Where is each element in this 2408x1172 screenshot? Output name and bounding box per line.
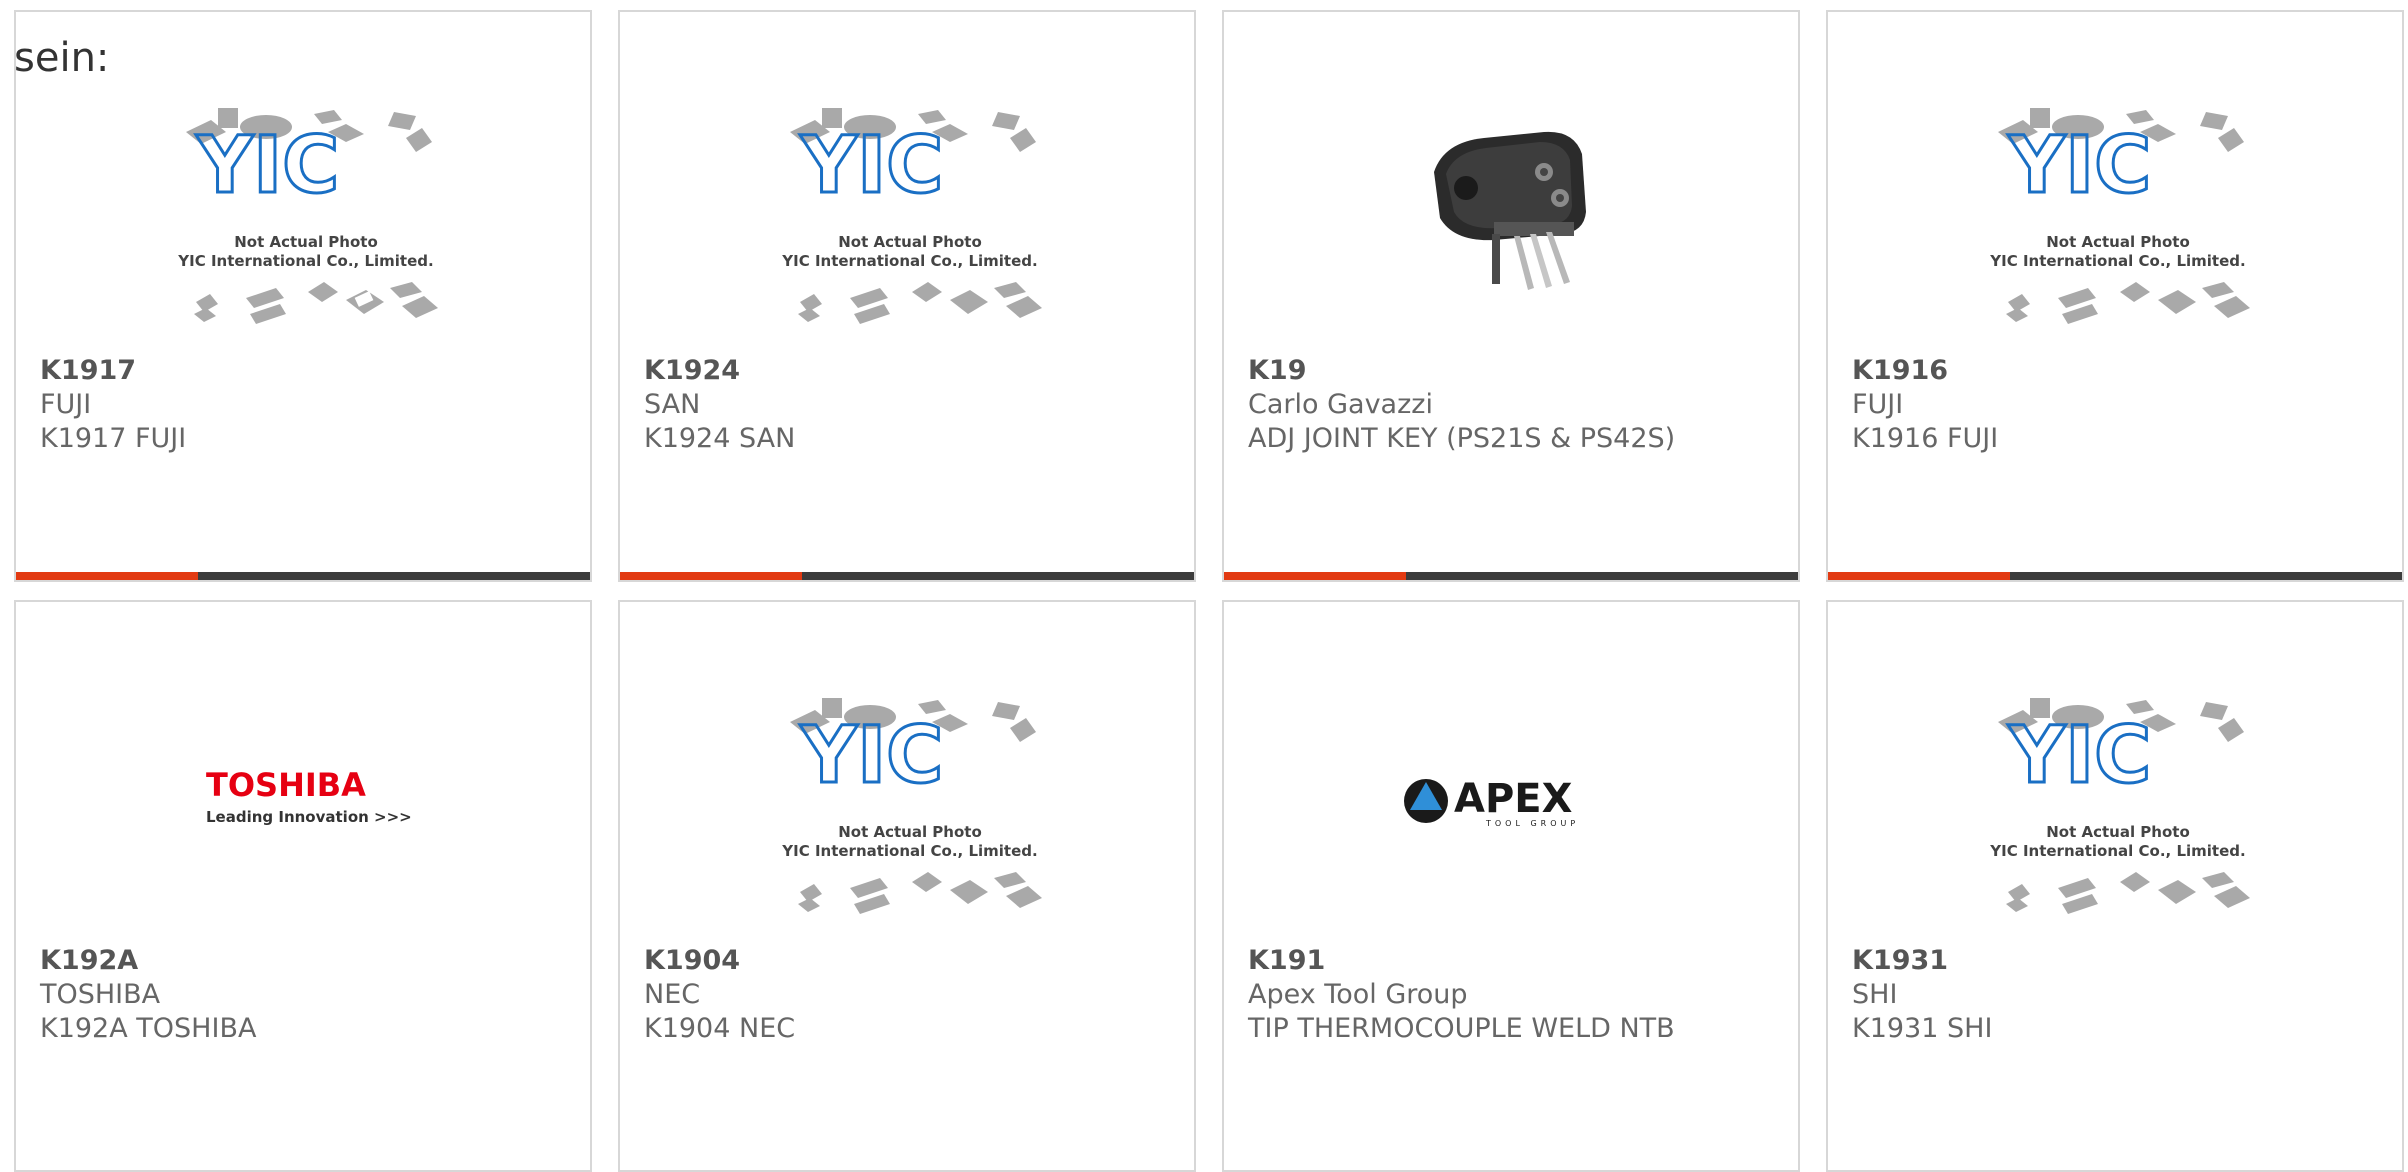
product-card-k1924[interactable]: YIC Not Actual Photo YIC International C… (618, 10, 1196, 582)
description: TIP THERMOCOUPLE WELD NTB (1248, 1013, 1675, 1044)
toshiba-logo-icon: TOSHIBA Leading Innovation >>> (206, 766, 412, 826)
part-number[interactable]: K1904 (644, 944, 795, 978)
svg-text:YIC International Co., Limited: YIC International Co., Limited. (781, 252, 1037, 270)
product-card-k1931[interactable]: YIC Not Actual Photo YIC International C… (1826, 600, 2404, 1172)
product-image-connector (1374, 102, 1654, 352)
connector-photo-icon (1434, 131, 1586, 290)
svg-text:APEX: APEX (1454, 776, 1573, 822)
part-number[interactable]: K19 (1248, 354, 1675, 388)
svg-text:Leading Innovation >>>: Leading Innovation >>> (206, 808, 412, 826)
apex-logo-icon: APEX TOOL GROUP (1404, 776, 1579, 828)
svg-text:TOOL GROUP: TOOL GROUP (1485, 819, 1579, 828)
manufacturer: SAN (644, 389, 701, 420)
yic-logo-icon: YIC (196, 121, 340, 211)
product-card-k1916[interactable]: YIC Not Actual Photo YIC International C… (1826, 10, 2404, 582)
part-number[interactable]: K192A (40, 944, 256, 978)
svg-text:TOSHIBA: TOSHIBA (206, 766, 366, 804)
product-image-placeholder: YIC Not Actual Photo YIC International C… (1978, 692, 2258, 942)
product-image-placeholder: YIC Not Actual Photo YIC International C… (166, 102, 446, 352)
manufacturer: Carlo Gavazzi (1248, 389, 1433, 420)
description: K1924 SAN (644, 423, 796, 454)
yic-logo-icon: YIC (2008, 121, 2152, 211)
card-accent-bar (620, 572, 802, 580)
description: K1916 FUJI (1852, 423, 1999, 454)
svg-text:YIC International Co., Limited: YIC International Co., Limited. (781, 842, 1037, 860)
svg-text:Not Actual Photo: Not Actual Photo (2046, 823, 2190, 841)
svg-text:YIC International Co., Limited: YIC International Co., Limited. (1989, 252, 2245, 270)
svg-text:Not Actual Photo: Not Actual Photo (234, 233, 378, 251)
product-image-placeholder: YIC Not Actual Photo YIC International C… (770, 692, 1050, 942)
product-image-placeholder: YIC Not Actual Photo YIC International C… (1978, 102, 2258, 352)
description: K192A TOSHIBA (40, 1013, 257, 1044)
description: K1917 FUJI (40, 423, 187, 454)
manufacturer: NEC (644, 979, 701, 1010)
card-bottom-bar (1224, 572, 1798, 580)
part-number[interactable]: K191 (1248, 944, 1675, 978)
product-card-k1904[interactable]: YIC Not Actual Photo YIC International C… (618, 600, 1196, 1172)
manufacturer: FUJI (40, 389, 92, 420)
product-image-toshiba-logo: TOSHIBA Leading Innovation >>> (166, 692, 446, 942)
svg-text:YIC International Co., Limited: YIC International Co., Limited. (1989, 842, 2245, 860)
product-image-placeholder: YIC Not Actual Photo YIC International C… (770, 102, 1050, 352)
svg-text:Not Actual Photo: Not Actual Photo (838, 233, 982, 251)
manufacturer: FUJI (1852, 389, 1904, 420)
description: K1904 NEC (644, 1013, 796, 1044)
product-card-k19[interactable]: K19 Carlo Gavazzi ADJ JOINT KEY (PS21S &… (1222, 10, 1800, 582)
card-accent-bar (1224, 572, 1406, 580)
manufacturer: SHI (1852, 979, 1898, 1010)
card-bottom-bar (1828, 572, 2402, 580)
manufacturer: Apex Tool Group (1248, 979, 1468, 1010)
card-bottom-bar (620, 572, 1194, 580)
product-card-k1917[interactable]: YIC Not Actual Photo YIC International C… (14, 10, 592, 582)
part-number[interactable]: K1916 (1852, 354, 1998, 388)
description: K1931 SHI (1852, 1013, 1993, 1044)
card-bottom-bar (16, 572, 590, 580)
manufacturer: TOSHIBA (40, 979, 161, 1010)
svg-text:YIC International Co., Limited: YIC International Co., Limited. (177, 252, 433, 270)
part-number[interactable]: K1917 (40, 354, 186, 388)
svg-text:Not Actual Photo: Not Actual Photo (2046, 233, 2190, 251)
description: ADJ JOINT KEY (PS21S & PS42S) (1248, 423, 1676, 454)
product-card-k192a[interactable]: TOSHIBA Leading Innovation >>> K192A TOS… (14, 600, 592, 1172)
svg-text:Not Actual Photo: Not Actual Photo (838, 823, 982, 841)
card-accent-bar (16, 572, 198, 580)
yic-logo-icon: YIC (800, 711, 944, 801)
part-number[interactable]: K1924 (644, 354, 795, 388)
yic-logo-icon: YIC (800, 121, 944, 211)
yic-logo-icon: YIC (2008, 711, 2152, 801)
card-accent-bar (1828, 572, 2010, 580)
intro-text: sein: (14, 35, 110, 81)
product-image-apex-logo: APEX TOOL GROUP (1374, 692, 1654, 942)
product-card-k191[interactable]: APEX TOOL GROUP K191 Apex Tool Group TIP… (1222, 600, 1800, 1172)
part-number[interactable]: K1931 (1852, 944, 1992, 978)
